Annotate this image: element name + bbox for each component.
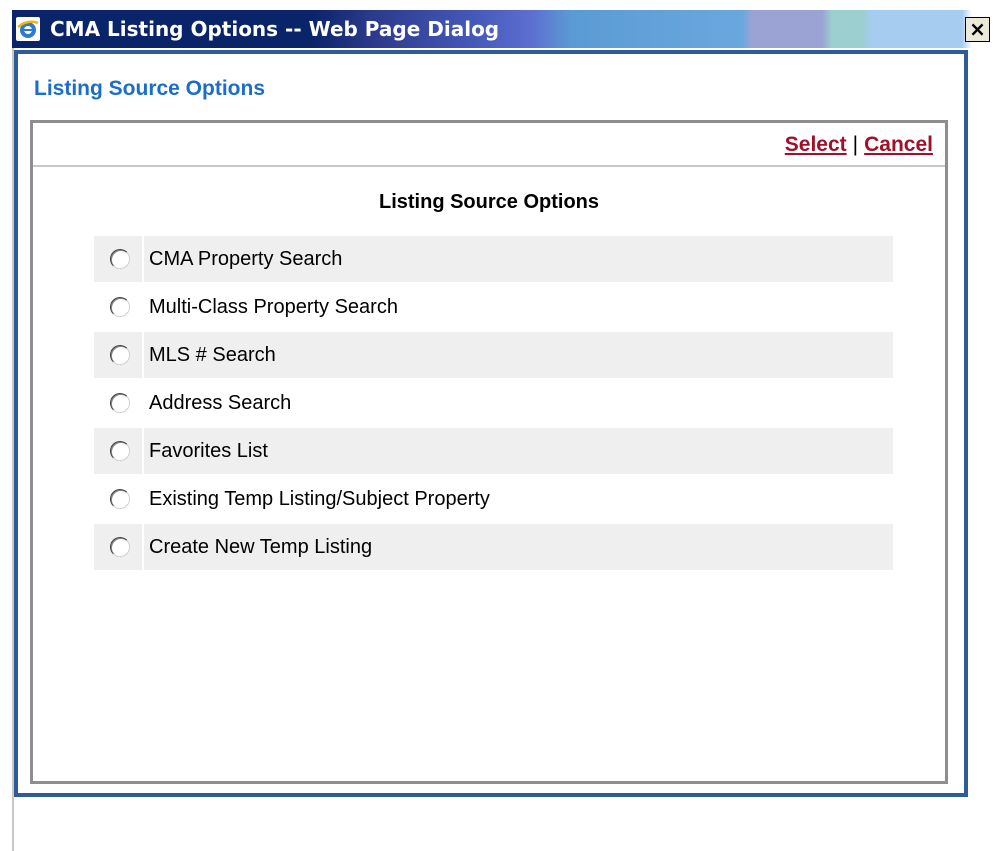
dialog-window: CMA Listing Options -- Web Page Dialog ×… — [0, 0, 995, 851]
radio-cell — [94, 332, 142, 378]
radio-create-new-temp-listing[interactable] — [110, 537, 130, 557]
window-title: CMA Listing Options -- Web Page Dialog — [50, 17, 500, 41]
radio-mls-search[interactable] — [110, 345, 130, 365]
option-label[interactable]: CMA Property Search — [149, 246, 342, 272]
ie-icon — [16, 17, 40, 41]
option-cma-property-search[interactable]: CMA Property Search — [94, 236, 893, 282]
option-multi-class-property-search[interactable]: Multi-Class Property Search — [94, 284, 893, 330]
option-existing-temp-listing[interactable]: Existing Temp Listing/Subject Property — [94, 476, 893, 522]
option-label[interactable]: Create New Temp Listing — [149, 534, 372, 560]
option-label[interactable]: Address Search — [149, 390, 291, 416]
label-cell: Existing Temp Listing/Subject Property — [144, 476, 893, 522]
label-cell: MLS # Search — [144, 332, 893, 378]
label-cell: Create New Temp Listing — [144, 524, 893, 570]
select-link[interactable]: Select — [785, 133, 847, 156]
close-button[interactable]: × — [965, 17, 990, 42]
radio-cell — [94, 476, 142, 522]
toolbar-links: Select | Cancel — [785, 132, 933, 158]
radio-cell — [94, 380, 142, 426]
cancel-link[interactable]: Cancel — [864, 133, 933, 156]
radio-multi-class-property-search[interactable] — [110, 297, 130, 317]
option-favorites-list[interactable]: Favorites List — [94, 428, 893, 474]
option-label[interactable]: Existing Temp Listing/Subject Property — [149, 486, 490, 512]
action-toolbar: Select | Cancel — [33, 123, 945, 167]
radio-address-search[interactable] — [110, 393, 130, 413]
radio-cell — [94, 284, 142, 330]
option-address-search[interactable]: Address Search — [94, 380, 893, 426]
label-cell: Favorites List — [144, 428, 893, 474]
options-panel: Select | Cancel Listing Source Options CMA… — [30, 120, 948, 784]
radio-cell — [94, 428, 142, 474]
dialog-content-frame: Listing Source Options Select | Cancel Lis… — [14, 50, 968, 797]
label-cell: Address Search — [144, 380, 893, 426]
radio-cma-property-search[interactable] — [110, 249, 130, 269]
listing-source-options: CMA Property Search Multi-Class Property… — [94, 236, 893, 572]
radio-cell — [94, 236, 142, 282]
option-create-new-temp-listing[interactable]: Create New Temp Listing — [94, 524, 893, 570]
radio-favorites-list[interactable] — [110, 441, 130, 461]
label-cell: Multi-Class Property Search — [144, 284, 893, 330]
section-title: Listing Source Options — [378, 191, 599, 213]
option-label[interactable]: MLS # Search — [149, 342, 276, 368]
option-mls-search[interactable]: MLS # Search — [94, 332, 893, 378]
radio-existing-temp-listing[interactable] — [110, 489, 130, 509]
option-label[interactable]: Multi-Class Property Search — [149, 294, 398, 320]
label-cell: CMA Property Search — [144, 236, 893, 282]
option-label[interactable]: Favorites List — [149, 438, 268, 464]
title-bar[interactable]: CMA Listing Options -- Web Page Dialog — [12, 10, 995, 48]
close-icon: × — [969, 17, 986, 41]
page-heading: Listing Source Options — [34, 77, 266, 100]
link-separator: | — [852, 133, 859, 156]
radio-cell — [94, 524, 142, 570]
